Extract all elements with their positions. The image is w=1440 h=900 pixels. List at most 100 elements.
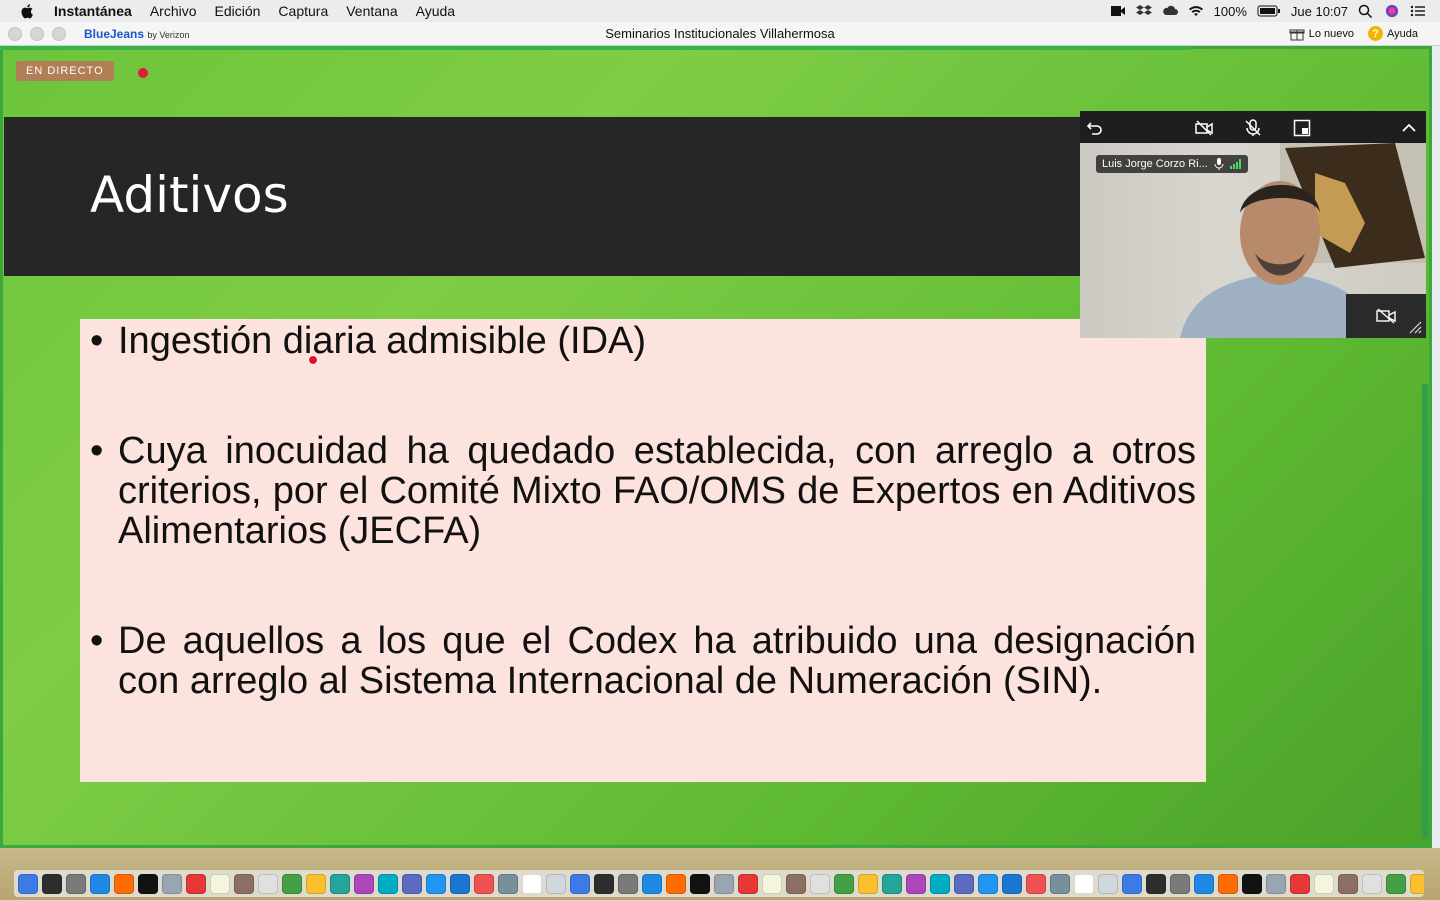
dropbox-icon[interactable] (1135, 4, 1152, 18)
dock-app-icon[interactable] (618, 873, 638, 894)
dock-app-icon[interactable] (858, 873, 878, 894)
menu-ventana[interactable]: Ventana (346, 3, 397, 19)
stage-scroll-indicator (1422, 384, 1428, 838)
dock-app-icon[interactable] (642, 873, 662, 894)
dock-app-icon[interactable] (570, 873, 590, 894)
dock-app-icon[interactable] (690, 873, 710, 894)
chevron-up-icon[interactable] (1400, 119, 1418, 137)
dock-app-icon[interactable] (1410, 873, 1424, 894)
dock-app-icon[interactable] (426, 873, 446, 894)
picture-in-picture-icon[interactable] (1293, 119, 1311, 137)
dock-app-icon[interactable] (498, 873, 518, 894)
menu-edicion[interactable]: Edición (215, 3, 261, 19)
dock-app-icon[interactable] (258, 873, 278, 894)
dock-app-icon[interactable] (594, 873, 614, 894)
dock-app-icon[interactable] (450, 873, 470, 894)
whats-new-button[interactable]: Lo nuevo (1289, 27, 1354, 41)
dock-app-icon[interactable] (1122, 873, 1142, 894)
dock-app-icon[interactable] (1002, 873, 1022, 894)
live-badge: EN DIRECTO (16, 61, 114, 81)
camera-icon[interactable] (1110, 4, 1126, 18)
dock-app-icon[interactable] (402, 873, 422, 894)
dock-app-icon[interactable] (1242, 873, 1262, 894)
menu-app-name[interactable]: Instantánea (54, 3, 132, 19)
dock-app-icon[interactable] (1194, 873, 1214, 894)
undo-icon[interactable] (1086, 119, 1104, 137)
slide-content: • Ingestión diaria admisible (IDA) • Cuy… (80, 319, 1206, 782)
dock-app-icon[interactable] (138, 873, 158, 894)
dock-app-icon[interactable] (714, 873, 734, 894)
apple-icon[interactable] (20, 3, 36, 19)
dock-app-icon[interactable] (234, 873, 254, 894)
dock-app-icon[interactable] (354, 873, 374, 894)
window-title: Seminarios Institucionales Villahermosa (605, 26, 835, 41)
dock-app-icon[interactable] (186, 873, 206, 894)
bullet-item: • De aquellos a los que el Codex ha atri… (90, 621, 1196, 701)
menu-captura[interactable]: Captura (278, 3, 328, 19)
battery-icon[interactable] (1257, 4, 1281, 18)
dock-app-icon[interactable] (930, 873, 950, 894)
dock-app-icon[interactable] (1050, 873, 1070, 894)
dock-app-icon[interactable] (954, 873, 974, 894)
slide-title: Aditivos (90, 166, 289, 224)
dock-app-icon[interactable] (162, 873, 182, 894)
dock-app-icon[interactable] (810, 873, 830, 894)
dock-app-icon[interactable] (474, 873, 494, 894)
dock-app-icon[interactable] (1266, 873, 1286, 894)
status-area: 100% Jue 10:07 (1110, 0, 1426, 22)
dock-app-icon[interactable] (66, 873, 86, 894)
wifi-icon[interactable] (1188, 4, 1204, 18)
menu-archivo[interactable]: Archivo (150, 3, 197, 19)
bullet-dot: • (90, 620, 104, 662)
dock-app-icon[interactable] (1338, 873, 1358, 894)
mic-off-icon[interactable] (1244, 119, 1262, 137)
dock-app-icon[interactable] (1290, 873, 1310, 894)
dock-app-icon[interactable] (306, 873, 326, 894)
cloud-icon[interactable] (1162, 4, 1178, 18)
dock-app-icon[interactable] (282, 873, 302, 894)
spotlight-search-icon[interactable] (1358, 4, 1374, 18)
dock-app-icon[interactable] (114, 873, 134, 894)
dock-app-icon[interactable] (1074, 873, 1094, 894)
dock-app-icon[interactable] (1314, 873, 1334, 894)
gift-icon (1289, 29, 1305, 40)
macos-menubar: Instantánea Archivo Edición Captura Vent… (0, 0, 1440, 22)
dock-app-icon[interactable] (762, 873, 782, 894)
dock-app-icon[interactable] (546, 873, 566, 894)
self-camera-off-icon (1376, 308, 1396, 324)
zoom-window-button[interactable] (52, 26, 66, 41)
dock-app-icon[interactable] (1026, 873, 1046, 894)
dock-app-icon[interactable] (330, 873, 350, 894)
dock-app-icon[interactable] (210, 873, 230, 894)
dock-app-icon[interactable] (378, 873, 398, 894)
minimize-window-button[interactable] (30, 26, 44, 41)
dock-app-icon[interactable] (882, 873, 902, 894)
dock-app-icon[interactable] (1218, 873, 1238, 894)
menu-ayuda[interactable]: Ayuda (416, 3, 455, 19)
dock-app-icon[interactable] (978, 873, 998, 894)
siri-icon[interactable] (1384, 4, 1400, 18)
dock-app-icon[interactable] (1170, 873, 1190, 894)
dock-app-icon[interactable] (18, 873, 38, 894)
self-view-camera-off[interactable] (1346, 294, 1426, 338)
dock-app-icon[interactable] (906, 873, 926, 894)
dock-app-icon[interactable] (1362, 873, 1382, 894)
clock[interactable]: Jue 10:07 (1291, 4, 1348, 19)
dock-app-icon[interactable] (1386, 873, 1406, 894)
dock-app-icon[interactable] (42, 873, 62, 894)
notification-center-icon[interactable] (1410, 4, 1426, 18)
help-button[interactable]: ? Ayuda (1368, 26, 1418, 41)
dock-app-icon[interactable] (522, 873, 542, 894)
video-off-icon[interactable] (1195, 119, 1213, 137)
dock-app-icon[interactable] (834, 873, 854, 894)
resize-handle-icon[interactable] (1408, 320, 1422, 334)
dock-app-icon[interactable] (1098, 873, 1118, 894)
dock-app-icon[interactable] (1146, 873, 1166, 894)
bullet-item: • Cuya inocuidad ha quedado establecida,… (90, 431, 1196, 551)
dock-app-icon[interactable] (786, 873, 806, 894)
dock-app-icon[interactable] (666, 873, 686, 894)
dock-app-icon[interactable] (738, 873, 758, 894)
dock-app-icon[interactable] (90, 873, 110, 894)
recording-indicator (138, 68, 148, 78)
close-window-button[interactable] (8, 26, 22, 41)
